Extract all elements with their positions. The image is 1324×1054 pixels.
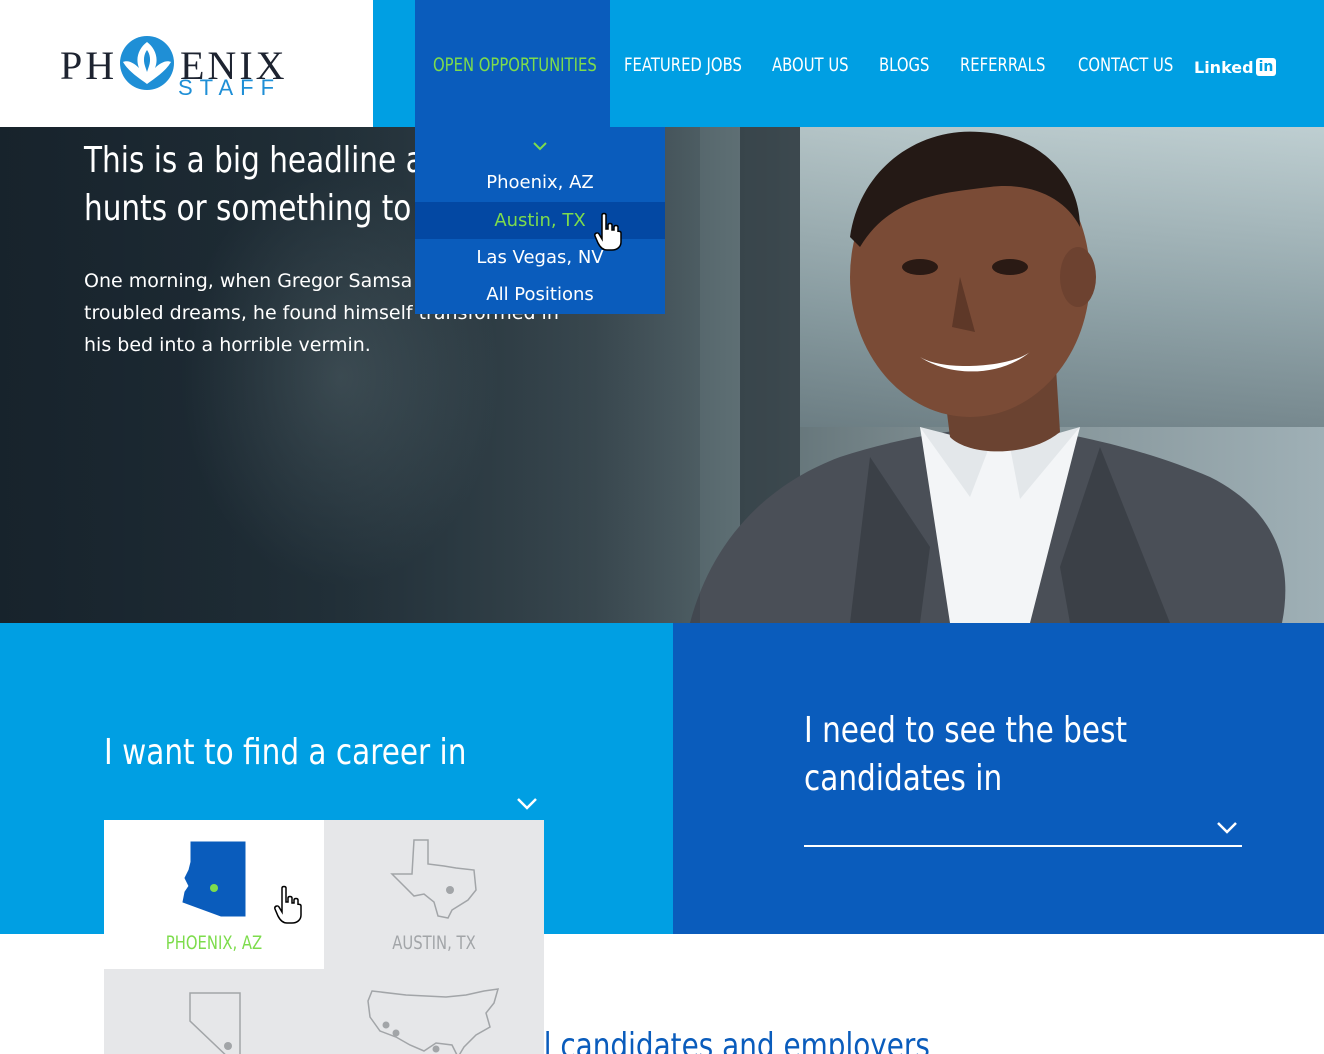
chevron-down-icon[interactable] — [1216, 821, 1238, 835]
location-label: PHOENIX, AZ — [165, 932, 263, 954]
employer-heading-line1: I need to see the best — [804, 710, 1128, 751]
nav-contact-us[interactable]: CONTACT US — [1078, 54, 1173, 80]
logo[interactable]: PH ENIX STAFF — [0, 0, 373, 127]
chevron-down-icon[interactable] — [532, 141, 548, 151]
texas-icon — [390, 839, 477, 919]
phoenix-bird-icon — [120, 36, 174, 90]
nav-open-opportunities[interactable]: OPEN OPPORTUNITIES — [433, 54, 597, 80]
hero-headline: This is a big headline abo hunts or some… — [84, 137, 575, 233]
nevada-icon — [189, 992, 241, 1054]
dropdown-item-austin[interactable]: Austin, TX — [415, 202, 665, 239]
dropdown-item-all-positions[interactable]: All Positions — [415, 276, 665, 313]
linkedin-link[interactable]: Linked in — [1194, 57, 1277, 77]
nav-about-us[interactable]: ABOUT US — [772, 54, 849, 80]
nav-featured-jobs[interactable]: FEATURED JOBS — [624, 54, 742, 80]
dropdown-item-las-vegas[interactable]: Las Vegas, NV — [415, 239, 665, 276]
employer-heading: I need to see the best candidates in — [804, 707, 1127, 803]
location-tile-las-vegas[interactable] — [104, 969, 324, 1054]
employer-select-underline[interactable] — [804, 845, 1242, 847]
hero-headline-line2: hunts or something to that effect — [84, 188, 575, 229]
chevron-down-icon[interactable] — [516, 797, 538, 811]
section-heading-partial: ll candidates and employers — [536, 1026, 930, 1054]
hero-person-image — [690, 131, 1286, 623]
hero-headline-line1: This is a big headline abo — [84, 140, 461, 181]
logo-text-left: PH — [60, 43, 118, 88]
employer-heading-line2: candidates in — [804, 758, 1003, 799]
opportunities-dropdown: Phoenix, AZ Austin, TX Las Vegas, NV All… — [415, 127, 665, 314]
location-tile-austin[interactable]: AUSTIN, TX — [324, 820, 544, 969]
linkedin-icon: in — [1255, 58, 1277, 76]
logo-subtext: STAFF — [178, 75, 282, 100]
location-label: AUSTIN, TX — [392, 932, 476, 954]
linkedin-label: Linked — [1194, 57, 1254, 77]
nav-blogs[interactable]: BLOGS — [879, 54, 929, 80]
arizona-icon — [182, 841, 246, 917]
usa-map-icon — [367, 988, 500, 1054]
location-tile-all-positions[interactable] — [324, 969, 544, 1054]
hand-cursor-icon — [594, 212, 622, 251]
career-seeker-heading: I want to find a career in — [104, 732, 467, 773]
hand-cursor-icon — [274, 885, 302, 924]
location-grid: PHOENIX, AZ AUSTIN, TX — [104, 820, 544, 1054]
dropdown-item-phoenix[interactable]: Phoenix, AZ — [415, 164, 665, 201]
nav-referrals[interactable]: REFERRALS — [960, 54, 1045, 80]
